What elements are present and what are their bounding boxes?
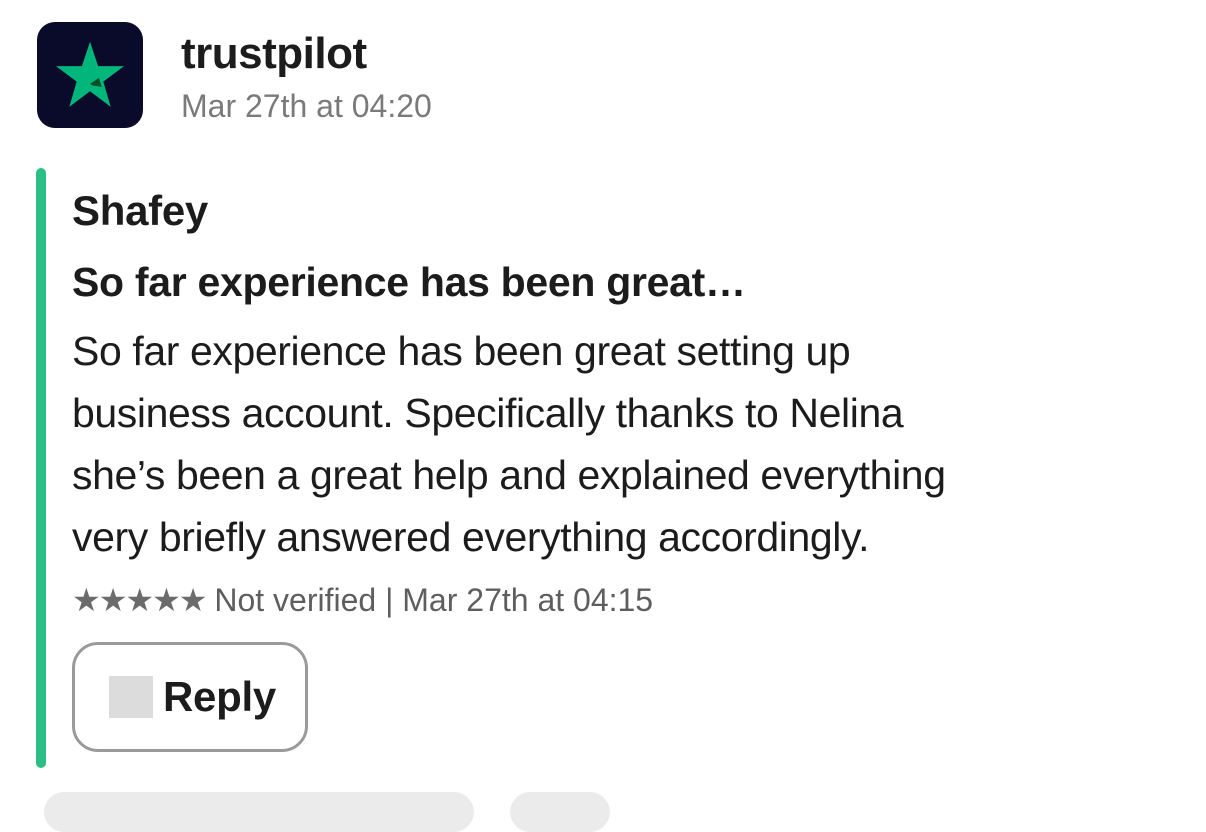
attachment-accent-bar [36, 168, 46, 768]
trustpilot-star-icon [55, 41, 125, 107]
reply-button[interactable]: Reply [72, 642, 308, 752]
review-body: So far experience has been great setting… [72, 320, 1182, 568]
review-body-line: she’s been a great help and explained ev… [72, 452, 946, 498]
review-meta: ★★★★★ Not verified | Mar 27th at 04:15 [72, 574, 1182, 626]
reviewer-name: Shafey [72, 187, 208, 234]
review-body-line: So far experience has been great setting… [72, 328, 851, 374]
review-body-line: very briefly answered everything accordi… [72, 514, 870, 560]
reply-label: Reply [163, 673, 276, 720]
post-timestamp[interactable]: Mar 27th at 04:20 [181, 86, 432, 126]
review-title: So far experience has been great… [72, 259, 746, 305]
review-attachment: Shafey So far experience has been great…… [72, 180, 1182, 626]
reply-icon [109, 676, 153, 718]
review-meta-text: Not verified | Mar 27th at 04:15 [214, 582, 654, 618]
app-avatar[interactable] [37, 22, 143, 128]
app-name[interactable]: trustpilot [181, 26, 367, 82]
review-body-line: business account. Specifically thanks to… [72, 390, 904, 436]
reaction-pill[interactable] [44, 792, 474, 832]
reaction-pill[interactable] [510, 792, 610, 832]
star-rating: ★★★★★ [72, 582, 207, 618]
